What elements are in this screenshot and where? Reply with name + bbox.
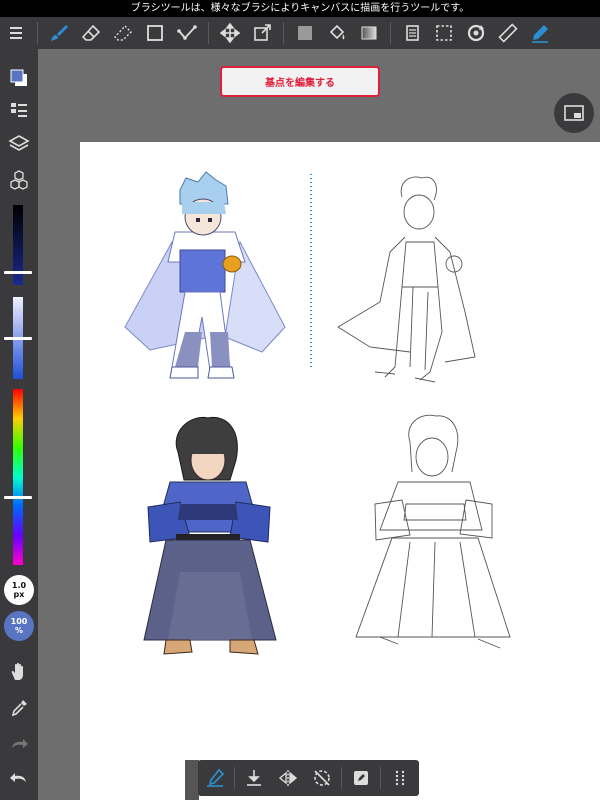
gradient-icon	[361, 26, 377, 40]
toolbar-divider	[283, 22, 284, 44]
snap-button[interactable]	[237, 760, 271, 796]
drawing-canvas[interactable]	[80, 142, 600, 800]
hand-tool-button[interactable]	[4, 657, 34, 687]
select-eraser-icon	[114, 24, 132, 41]
bottom-bar-divider	[341, 767, 342, 789]
fill-rect-tool-button[interactable]	[289, 17, 321, 49]
edit-base-point-button[interactable]: 基点を編集する	[220, 66, 380, 97]
color-swatch-button[interactable]	[4, 63, 34, 93]
ruler-button[interactable]	[492, 17, 524, 49]
rotate-off-icon	[314, 770, 330, 786]
more-options-button[interactable]	[383, 760, 417, 796]
rotate-lock-button[interactable]	[305, 760, 339, 796]
window-icon	[564, 105, 584, 121]
undo-icon	[10, 773, 26, 782]
flip-button[interactable]	[271, 760, 305, 796]
bucket-tool-button[interactable]	[321, 17, 353, 49]
saturation-slider-thumb[interactable]	[4, 337, 32, 340]
rectangle-icon	[147, 25, 163, 41]
layer-menu-button[interactable]	[396, 17, 428, 49]
ruler-icon	[498, 23, 518, 43]
hue-slider-thumb[interactable]	[4, 496, 32, 499]
brush-icon	[51, 25, 68, 41]
hand-icon	[11, 662, 23, 680]
ruler-edit-button[interactable]	[198, 760, 232, 796]
undo-button[interactable]	[4, 763, 34, 793]
selection-icon	[436, 25, 452, 41]
toolbar-divider	[208, 22, 209, 44]
brightness-slider-thumb[interactable]	[4, 271, 32, 274]
opacity-value: 100	[10, 617, 28, 626]
move-arrows-icon	[220, 23, 240, 43]
paint-bucket-icon	[329, 24, 345, 40]
pen-settings-button[interactable]	[524, 17, 556, 49]
toolbar-divider	[390, 22, 391, 44]
color-swatch-icon	[10, 69, 27, 86]
brush-size-value: 1.0	[11, 581, 27, 590]
rotate-icon	[467, 24, 485, 42]
filled-square-icon	[298, 26, 312, 40]
toolbar-divider	[37, 22, 38, 44]
view-toggle-button[interactable]	[554, 93, 594, 133]
character-pixel-art-2	[143, 416, 277, 655]
bottom-quick-bar	[198, 760, 419, 796]
redo-button[interactable]	[4, 729, 34, 759]
hue-slider[interactable]	[13, 389, 23, 565]
pen-icon	[532, 25, 548, 43]
eyedropper-icon	[11, 700, 27, 717]
curve-tool-button[interactable]	[171, 17, 203, 49]
bottom-bar-divider	[380, 767, 381, 789]
bottom-bar-handle[interactable]	[185, 760, 199, 800]
eraser-icon	[81, 24, 101, 41]
shape-tool-button[interactable]	[139, 17, 171, 49]
character-sketch-2	[355, 414, 511, 649]
artwork	[124, 171, 511, 655]
canvas-area[interactable]: 基点を編集する	[38, 49, 600, 800]
materials-button[interactable]	[4, 165, 34, 195]
redo-icon	[12, 739, 28, 748]
brush-size-button[interactable]: 1.0 px	[4, 575, 34, 605]
left-sidebar: 1.0 px 100 %	[0, 49, 38, 800]
character-sketch-1	[337, 176, 476, 383]
opacity-unit: %	[14, 626, 23, 635]
transform-tool-button[interactable]	[246, 17, 278, 49]
download-arrow-icon	[247, 770, 261, 786]
move-tool-button[interactable]	[214, 17, 246, 49]
transform-icon	[254, 24, 271, 41]
flip-horizontal-icon	[278, 770, 298, 786]
edit-base-point-label: 基点を編集する	[265, 78, 335, 89]
layers-icon	[8, 135, 30, 151]
tool-tip-bar: ブラシツールは、様々なブラシによりキャンバスに描画を行うツールです。	[0, 0, 600, 17]
menu-button[interactable]	[0, 17, 32, 49]
gradient-tool-button[interactable]	[353, 17, 385, 49]
tool-tip-text: ブラシツールは、様々なブラシによりキャンバスに描画を行うツールです。	[130, 3, 470, 14]
document-icon	[406, 25, 419, 41]
select-eraser-tool-button[interactable]	[107, 17, 139, 49]
character-pixel-art-1	[124, 171, 286, 379]
opacity-button[interactable]: 100 %	[4, 611, 34, 641]
select-tool-button[interactable]	[428, 17, 460, 49]
rotate-button[interactable]	[460, 17, 492, 49]
edit-button[interactable]	[344, 760, 378, 796]
layers-button[interactable]	[4, 129, 34, 159]
polyline-icon	[177, 25, 197, 40]
ruler-pen-icon	[207, 768, 225, 787]
cubes-icon	[10, 170, 28, 190]
eyedropper-button[interactable]	[4, 693, 34, 723]
hamburger-icon	[10, 27, 22, 39]
brush-tool-button[interactable]	[43, 17, 75, 49]
top-toolbar	[0, 17, 600, 49]
brush-size-unit: px	[13, 590, 25, 599]
grip-dots-icon	[395, 770, 405, 786]
eraser-tool-button[interactable]	[75, 17, 107, 49]
bottom-bar-divider	[234, 767, 235, 789]
edit-box-icon	[354, 771, 368, 785]
brush-list-icon	[11, 103, 27, 117]
brush-list-button[interactable]	[4, 95, 34, 125]
